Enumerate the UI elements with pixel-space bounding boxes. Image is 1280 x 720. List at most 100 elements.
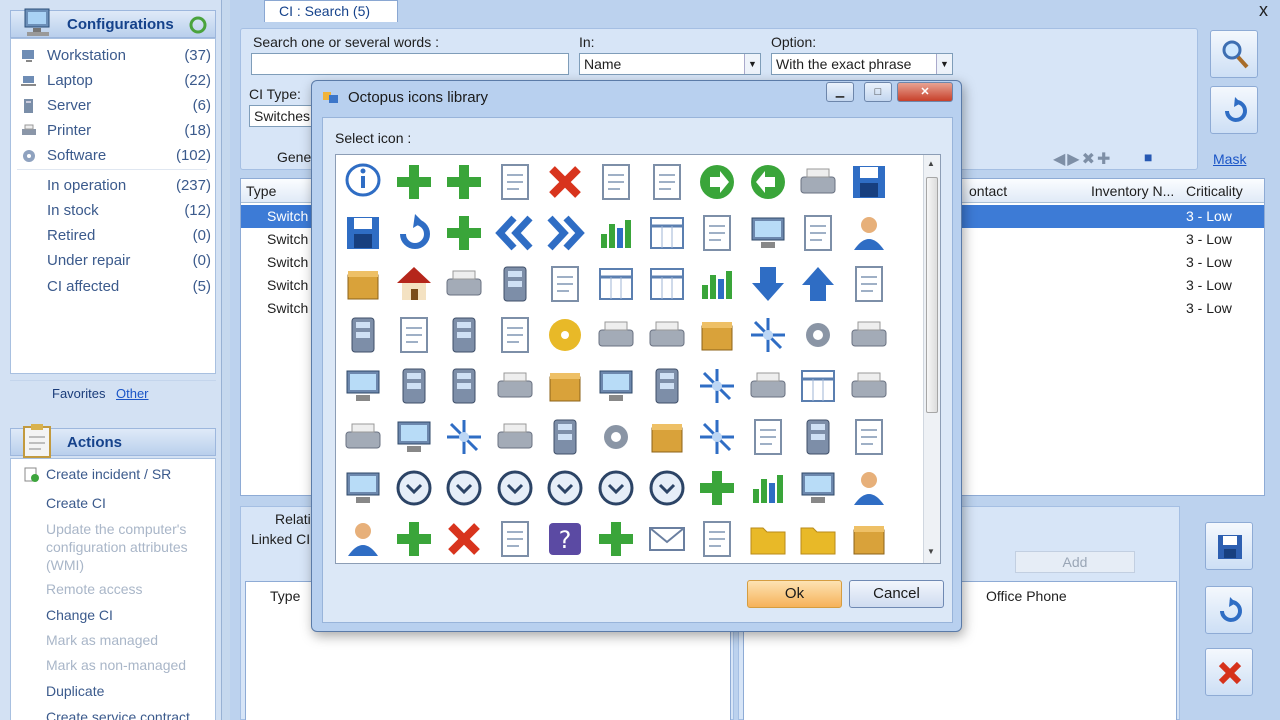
file-download-icon[interactable] [490, 514, 540, 563]
router-icon[interactable] [490, 361, 540, 411]
maximize-button[interactable]: □ [864, 82, 892, 102]
clock-down-icon[interactable] [389, 463, 439, 513]
scanner-icon[interactable] [490, 412, 540, 462]
scroll-up-icon[interactable]: ▲ [927, 159, 935, 168]
undo-button[interactable] [1205, 586, 1253, 634]
user-icon[interactable] [844, 463, 894, 513]
add-button[interactable]: Add [1015, 551, 1135, 573]
spreadsheet-icon[interactable] [591, 259, 641, 309]
reset-button[interactable] [1210, 86, 1258, 134]
chevron-down-circle-icon[interactable] [439, 463, 489, 513]
magnifier-icon[interactable] [389, 310, 439, 360]
group-icon[interactable] [338, 514, 388, 563]
col-type[interactable]: Type [246, 183, 276, 199]
scroll-down-icon[interactable]: ▼ [927, 547, 935, 556]
save-icon[interactable] [844, 157, 894, 207]
double-chevron-left-icon[interactable] [490, 208, 540, 258]
add-shortcut-icon[interactable] [439, 157, 489, 207]
usb-pen-icon[interactable] [389, 361, 439, 411]
phone-icon[interactable] [439, 361, 489, 411]
favorites-link[interactable]: Favorites [52, 386, 105, 401]
network-switch-icon[interactable] [743, 310, 793, 360]
action-create-ci[interactable]: Create CI [46, 494, 216, 512]
search-window-icon[interactable] [793, 463, 843, 513]
media-player-icon[interactable] [743, 412, 793, 462]
download-icon[interactable] [793, 208, 843, 258]
computer-network-icon[interactable] [743, 208, 793, 258]
double-chevron-right-icon[interactable] [540, 208, 590, 258]
binoculars-icon[interactable] [692, 514, 742, 563]
save-disk-icon[interactable] [338, 208, 388, 258]
folder-icon[interactable] [743, 514, 793, 563]
fax-icon[interactable] [642, 310, 692, 360]
action-create-incident[interactable]: Create incident / SR [46, 465, 216, 483]
minimize-button[interactable]: ▁ [826, 82, 854, 102]
action-change-ci[interactable]: Change CI [46, 606, 216, 624]
close-tab-icon[interactable]: x [1259, 0, 1268, 21]
arrow-left-icon[interactable] [743, 157, 793, 207]
delete-button[interactable] [1205, 648, 1253, 696]
info-icon[interactable] [338, 157, 388, 207]
grid-toolbar-icons[interactable]: ◀▶✖✚ [1053, 149, 1112, 169]
chart-area-icon[interactable] [591, 208, 641, 258]
wireless-mouse-icon[interactable] [743, 361, 793, 411]
printer-icon[interactable] [793, 157, 843, 207]
server-stack-icon[interactable] [540, 412, 590, 462]
camera-icon[interactable] [490, 310, 540, 360]
screwdriver-icon[interactable] [439, 259, 489, 309]
search-input[interactable] [251, 53, 569, 75]
other-link[interactable]: Other [116, 386, 149, 401]
nav-item-retired[interactable]: Retired (0) [11, 225, 211, 247]
calendar-12-icon[interactable] [642, 259, 692, 309]
usb-stick-icon[interactable] [439, 310, 489, 360]
battery-icon[interactable] [793, 412, 843, 462]
hub-icon[interactable] [692, 361, 742, 411]
building-icon[interactable] [338, 310, 388, 360]
table-add-icon[interactable] [692, 463, 742, 513]
tablet-icon[interactable] [793, 361, 843, 411]
save-button[interactable] [1205, 522, 1253, 570]
save-layout-icon[interactable]: ■ [1144, 149, 1152, 165]
configurations-header[interactable]: Configurations [10, 8, 216, 38]
ok-button[interactable]: Ok [747, 580, 842, 608]
cancel-button[interactable]: Cancel [849, 580, 944, 608]
gears-icon[interactable] [793, 310, 843, 360]
webcam-icon[interactable] [844, 412, 894, 462]
monitor-icon[interactable] [591, 361, 641, 411]
books-icon[interactable] [338, 259, 388, 309]
chevron-up-big-icon[interactable] [642, 463, 692, 513]
nav-item-in-operation[interactable]: In operation (237) [11, 175, 211, 197]
actions-header[interactable]: Actions [10, 424, 216, 458]
home-icon[interactable] [389, 259, 439, 309]
user-monitor-icon[interactable] [844, 208, 894, 258]
option-select[interactable]: With the exact phrase ▼ [771, 53, 953, 75]
gear-icon[interactable] [591, 412, 641, 462]
nav-item-workstation[interactable]: Workstation (37) [11, 45, 211, 67]
nav-item-software[interactable]: Software (102) [11, 145, 211, 167]
col-office-phone[interactable]: Office Phone [986, 588, 1067, 604]
chevron-right-circle-icon[interactable] [540, 463, 590, 513]
copy-icon[interactable] [490, 157, 540, 207]
arrow-right-icon[interactable] [692, 157, 742, 207]
in-select[interactable]: Name ▼ [579, 53, 761, 75]
col-criticality[interactable]: Criticality [1186, 183, 1243, 199]
nav-item-printer[interactable]: Printer (18) [11, 120, 211, 142]
folder-open-icon[interactable] [793, 514, 843, 563]
presentation-icon[interactable] [389, 412, 439, 462]
switch-2-icon[interactable] [439, 412, 489, 462]
col-linked-type[interactable]: Type [270, 588, 300, 604]
action-duplicate[interactable]: Duplicate [46, 682, 216, 700]
relations-tab[interactable]: Relati [275, 511, 311, 527]
arrow-down-add-icon[interactable] [591, 514, 641, 563]
tab-ci-search[interactable]: CI : Search (5) [264, 0, 398, 22]
file-add-icon[interactable] [389, 514, 439, 563]
laptop-icon[interactable] [338, 361, 388, 411]
col-contact[interactable]: ontact [969, 183, 1007, 199]
bar-chart-2-icon[interactable] [743, 463, 793, 513]
col-inventory[interactable]: Inventory N... [1091, 183, 1174, 199]
bar-chart-icon[interactable] [692, 259, 742, 309]
add-icon[interactable] [389, 157, 439, 207]
file-delete-icon[interactable] [439, 514, 489, 563]
calendar-grid-icon[interactable] [642, 208, 692, 258]
drive-icon[interactable] [591, 310, 641, 360]
